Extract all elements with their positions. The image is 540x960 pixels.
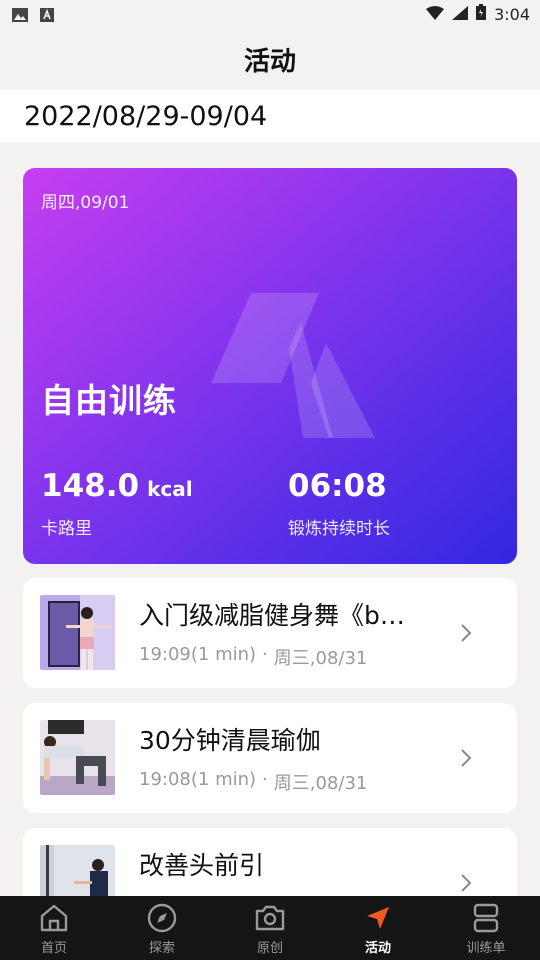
chevron-right-icon bbox=[461, 624, 472, 642]
nav-training-list-label: 训练单 bbox=[466, 940, 506, 956]
brand-logo-icon bbox=[211, 293, 375, 438]
home-icon bbox=[40, 904, 68, 931]
activity-title: 改善头前引 bbox=[139, 851, 265, 880]
nav-explore-label: 探索 bbox=[148, 940, 175, 956]
activity-time: 19:08(1 min) bbox=[139, 769, 257, 790]
nav-training-list[interactable]: 训练单 bbox=[441, 901, 531, 956]
activity-item[interactable]: 30分钟清晨瑜伽 19:08(1 min) · 周三,08/31 bbox=[23, 703, 517, 813]
summary-card[interactable]: 周四,09/01 自由训练 148.0 kcal 卡路里 06:08 锻炼持续时… bbox=[23, 168, 517, 564]
summary-date: 周四,09/01 bbox=[41, 193, 130, 213]
nav-explore[interactable]: 探索 bbox=[117, 901, 207, 956]
nav-activity[interactable]: 活动 bbox=[333, 901, 423, 956]
meta-separator: · bbox=[262, 644, 268, 665]
calories-stat: 148.0 kcal 卡路里 bbox=[41, 468, 193, 539]
signal-icon bbox=[452, 5, 469, 24]
status-bar: 3:04 bbox=[0, 0, 540, 28]
page-title: 活动 bbox=[243, 46, 296, 77]
activity-title: 入门级减脂健身舞《b… bbox=[139, 601, 405, 630]
nav-original-label: 原创 bbox=[256, 940, 283, 956]
date-range-selector[interactable]: 2022/08/29-09/04 bbox=[0, 90, 540, 142]
chevron-right-icon bbox=[461, 749, 472, 767]
duration-value: 06:08 bbox=[288, 468, 387, 504]
nav-home-label: 首页 bbox=[40, 940, 67, 956]
nav-original[interactable]: 原创 bbox=[225, 901, 315, 956]
wifi-icon bbox=[426, 5, 445, 24]
status-time: 3:04 bbox=[494, 4, 530, 24]
nav-activity-label: 活动 bbox=[364, 940, 391, 956]
duration-label: 锻炼持续时长 bbox=[288, 519, 390, 539]
image-icon bbox=[12, 7, 28, 22]
nav-home[interactable]: 首页 bbox=[9, 901, 99, 956]
summary-title: 自由训练 bbox=[41, 381, 177, 420]
chevron-right-icon bbox=[461, 874, 472, 892]
activity-thumbnail bbox=[40, 595, 115, 670]
activity-time: 19:09(1 min) bbox=[139, 644, 257, 665]
activity-thumbnail bbox=[40, 720, 115, 795]
activity-meta: 19:08(1 min) · 周三,08/31 bbox=[139, 769, 367, 795]
training-list-icon bbox=[473, 903, 499, 932]
calories-label: 卡路里 bbox=[41, 519, 92, 539]
activity-meta: 19:09(1 min) · 周三,08/31 bbox=[139, 644, 367, 670]
navigation-arrow-icon bbox=[367, 906, 389, 929]
meta-separator: · bbox=[262, 769, 268, 790]
activity-date: 周三,08/31 bbox=[273, 773, 368, 794]
calories-value: 148.0 bbox=[41, 468, 140, 504]
activity-title: 30分钟清晨瑜伽 bbox=[139, 726, 321, 755]
activity-date: 周三,08/31 bbox=[273, 648, 368, 669]
battery-icon bbox=[476, 4, 487, 24]
camera-icon bbox=[255, 905, 285, 930]
duration-stat: 06:08 锻炼持续时长 bbox=[288, 468, 390, 539]
activity-item[interactable]: 入门级减脂健身舞《b… 19:09(1 min) · 周三,08/31 bbox=[23, 578, 517, 688]
a-icon bbox=[40, 7, 56, 22]
calories-unit: kcal bbox=[147, 477, 193, 501]
bottom-navigation: 首页 探索 原创 活动 训练单 bbox=[0, 896, 540, 960]
compass-icon bbox=[147, 903, 177, 932]
